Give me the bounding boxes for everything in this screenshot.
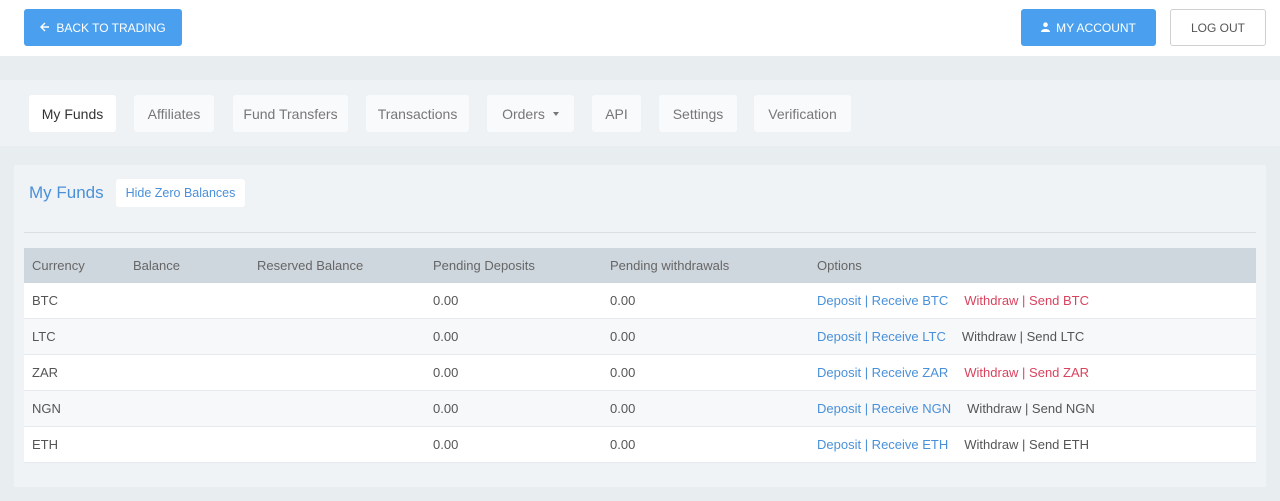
currency-cell: ZAR (32, 365, 58, 380)
table-row: ETH 0.00 0.00 Deposit | Receive ETH With… (24, 427, 1256, 463)
log-out-button[interactable]: LOG OUT (1170, 9, 1266, 46)
tab-my-funds[interactable]: My Funds (29, 95, 116, 132)
funds-table: Currency Balance Reserved Balance Pendin… (24, 248, 1256, 463)
tab-fund-transfers[interactable]: Fund Transfers (233, 95, 348, 132)
pending-deposits-cell: 0.00 (433, 437, 459, 452)
tab-label: Settings (672, 105, 724, 122)
back-to-trading-button[interactable]: BACK TO TRADING (24, 9, 182, 46)
pending-withdrawals-cell: 0.00 (610, 437, 636, 452)
withdraw-link[interactable]: Withdraw | Send ZAR (964, 365, 1089, 380)
deposit-link[interactable]: Deposit | Receive BTC (817, 293, 948, 308)
withdraw-link[interactable]: Withdraw | Send BTC (964, 293, 1089, 308)
column-header: Reserved Balance (257, 258, 364, 273)
my-account-label: MY ACCOUNT (1056, 20, 1136, 35)
caret-down-icon (552, 111, 559, 116)
tab-label: Fund Transfers (243, 105, 338, 122)
options-cell: Deposit | Receive NGN Withdraw | Send NG… (817, 391, 1095, 426)
hide-zero-balances-label: Hide Zero Balances (125, 186, 236, 200)
arrow-left-icon (40, 21, 50, 35)
withdraw-link[interactable]: Withdraw | Send ETH (964, 437, 1089, 452)
tab-label: API (605, 105, 628, 122)
table-row: BTC 0.00 0.00 Deposit | Receive BTC With… (24, 283, 1256, 319)
column-header: Pending Deposits (433, 258, 535, 273)
deposit-link[interactable]: Deposit | Receive ETH (817, 437, 948, 452)
top-bar: BACK TO TRADING MY ACCOUNT LOG OUT (0, 0, 1280, 56)
pending-withdrawals-cell: 0.00 (610, 293, 636, 308)
pending-deposits-cell: 0.00 (433, 365, 459, 380)
options-cell: Deposit | Receive ZAR Withdraw | Send ZA… (817, 355, 1089, 390)
my-account-button[interactable]: MY ACCOUNT (1021, 9, 1156, 46)
pending-deposits-cell: 0.00 (433, 401, 459, 416)
tab-transactions[interactable]: Transactions (366, 95, 469, 132)
tab-label: My Funds (41, 105, 104, 122)
table-row: LTC 0.00 0.00 Deposit | Receive LTC With… (24, 319, 1256, 355)
options-cell: Deposit | Receive ETH Withdraw | Send ET… (817, 427, 1089, 462)
tab-api[interactable]: API (592, 95, 641, 132)
pending-withdrawals-cell: 0.00 (610, 401, 636, 416)
deposit-link[interactable]: Deposit | Receive NGN (817, 401, 951, 416)
pending-withdrawals-cell: 0.00 (610, 365, 636, 380)
log-out-label: LOG OUT (1190, 20, 1245, 35)
pending-deposits-cell: 0.00 (433, 329, 459, 344)
table-row: NGN 0.00 0.00 Deposit | Receive NGN With… (24, 391, 1256, 427)
currency-cell: LTC (32, 329, 56, 344)
options-cell: Deposit | Receive LTC Withdraw | Send LT… (817, 319, 1084, 354)
currency-cell: NGN (32, 401, 61, 416)
tab-verification[interactable]: Verification (754, 95, 851, 132)
withdraw-link[interactable]: Withdraw | Send NGN (967, 401, 1095, 416)
column-header: Currency (32, 258, 85, 273)
currency-cell: BTC (32, 293, 58, 308)
currency-cell: ETH (32, 437, 58, 452)
deposit-link[interactable]: Deposit | Receive LTC (817, 329, 946, 344)
tab-label: Orders (502, 105, 545, 122)
pending-withdrawals-cell: 0.00 (610, 329, 636, 344)
tab-label: Transactions (377, 105, 458, 122)
user-icon (1041, 21, 1051, 35)
table-header: Currency Balance Reserved Balance Pendin… (24, 248, 1256, 283)
column-header: Options (817, 258, 862, 273)
table-row: ZAR 0.00 0.00 Deposit | Receive ZAR With… (24, 355, 1256, 391)
column-header: Balance (133, 258, 180, 273)
deposit-link[interactable]: Deposit | Receive ZAR (817, 365, 948, 380)
tab-settings[interactable]: Settings (659, 95, 737, 132)
page-title: My Funds (29, 183, 104, 202)
column-header: Pending withdrawals (610, 258, 730, 273)
hide-zero-balances-button[interactable]: Hide Zero Balances (116, 179, 245, 207)
withdraw-link[interactable]: Withdraw | Send LTC (962, 329, 1084, 344)
back-to-trading-label: BACK TO TRADING (56, 20, 166, 35)
tab-label: Verification (768, 105, 837, 122)
options-cell: Deposit | Receive BTC Withdraw | Send BT… (817, 283, 1089, 318)
divider (24, 232, 1256, 233)
tab-affiliates[interactable]: Affiliates (134, 95, 214, 132)
tab-orders[interactable]: Orders (487, 95, 574, 132)
tab-label: Affiliates (147, 105, 201, 122)
pending-deposits-cell: 0.00 (433, 293, 459, 308)
